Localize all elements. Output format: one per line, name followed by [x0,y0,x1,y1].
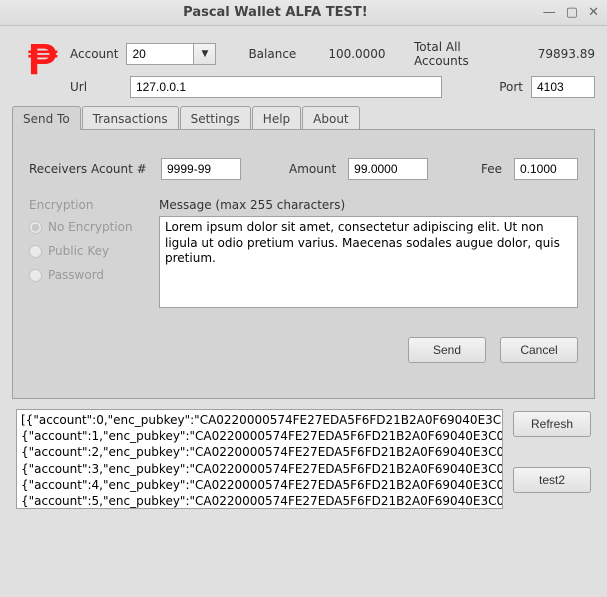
bottom-area: Refresh test2 [12,409,595,509]
send-button[interactable]: Send [408,337,486,363]
tab-help[interactable]: Help [252,106,301,130]
radio-password-label: Password [48,268,104,282]
pascal-logo-icon: ₱ [28,38,57,82]
radio-public-key-label: Public Key [48,244,109,258]
encryption-block: Encryption No Encryption Public Key Pass… [29,198,578,311]
close-button[interactable]: ✕ [588,5,599,20]
minimize-button[interactable]: — [543,5,556,20]
url-label: Url [70,80,122,94]
fee-input[interactable] [514,158,578,180]
header-row-2: Url Port [70,76,595,98]
radio-no-encryption-input[interactable] [29,221,42,234]
total-value: 79893.89 [538,47,595,61]
radio-password-input[interactable] [29,269,42,282]
fee-label: Fee [481,162,502,176]
main-content: Account ▼ Balance 100.0000 Total All Acc… [0,26,607,515]
amount-label: Amount [289,162,336,176]
chevron-down-icon[interactable]: ▼ [193,44,215,64]
account-label: Account [70,47,118,61]
window-controls: — ▢ ✕ [543,5,599,20]
receiver-label: Receivers Acount # [29,162,149,176]
header-row-1: Account ▼ Balance 100.0000 Total All Acc… [70,34,595,68]
message-label: Message (max 255 characters) [159,198,578,212]
refresh-button[interactable]: Refresh [513,411,591,437]
amount-input[interactable] [348,158,428,180]
account-input[interactable] [127,44,193,64]
balance-value: 100.0000 [328,47,385,61]
tab-transactions[interactable]: Transactions [82,106,179,130]
titlebar: Pascal Wallet ALFA TEST! — ▢ ✕ [0,0,607,26]
send-to-panel: Receivers Acount # Amount Fee Encryption… [12,129,595,399]
url-input[interactable] [130,76,442,98]
send-button-row: Send Cancel [29,337,578,363]
maximize-button[interactable]: ▢ [566,5,578,20]
radio-no-encryption-label: No Encryption [48,220,133,234]
port-input[interactable] [531,76,595,98]
tab-about[interactable]: About [302,106,359,130]
port-label: Port [499,80,523,94]
radio-public-key-input[interactable] [29,245,42,258]
tab-settings[interactable]: Settings [180,106,251,130]
log-textarea[interactable] [16,409,503,509]
tabstrip: Send To Transactions Settings Help About [12,106,595,130]
message-column: Message (max 255 characters) [159,198,578,311]
test2-button[interactable]: test2 [513,467,591,493]
radio-no-encryption[interactable]: No Encryption [29,220,149,234]
receiver-input[interactable] [161,158,241,180]
message-textarea[interactable] [159,216,578,308]
receiver-row: Receivers Acount # Amount Fee [29,158,578,180]
balance-label: Balance [248,47,296,61]
radio-password[interactable]: Password [29,268,149,282]
account-combo[interactable]: ▼ [126,43,216,65]
total-label: Total All Accounts [414,40,508,68]
encryption-label: Encryption [29,198,149,212]
cancel-button[interactable]: Cancel [500,337,578,363]
encryption-column: Encryption No Encryption Public Key Pass… [29,198,149,311]
tabs: Send To Transactions Settings Help About… [12,106,595,399]
tab-send-to[interactable]: Send To [12,106,81,130]
radio-public-key[interactable]: Public Key [29,244,149,258]
right-button-column: Refresh test2 [513,409,591,509]
window-title: Pascal Wallet ALFA TEST! [8,5,543,20]
